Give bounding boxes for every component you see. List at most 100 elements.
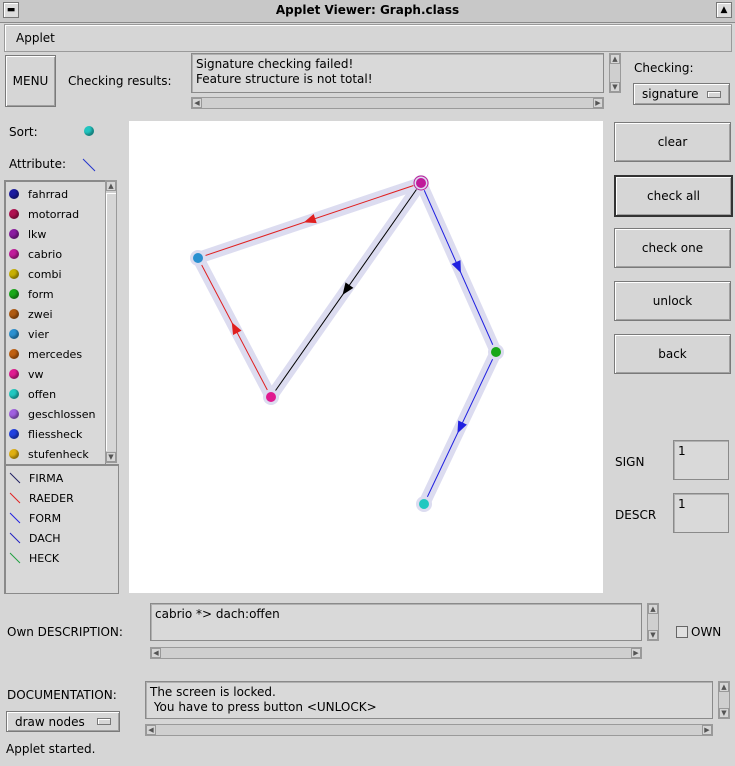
- back-button[interactable]: back: [614, 334, 731, 374]
- sort-color-icon: [9, 209, 19, 219]
- draw-mode-select[interactable]: draw nodes: [6, 711, 120, 732]
- sort-list-item[interactable]: fliessheck: [9, 424, 82, 444]
- sort-item-label: form: [28, 287, 54, 301]
- window-title-bar: Applet Viewer: Graph.class ▬ ▲: [0, 0, 735, 23]
- own-hscroll[interactable]: ◀ ▶: [150, 647, 642, 659]
- attribute-line-icon: [9, 492, 21, 504]
- check-all-button[interactable]: check all: [614, 175, 733, 217]
- sort-color-icon: [9, 449, 19, 459]
- scroll-right-icon[interactable]: ▶: [593, 98, 603, 108]
- sort-item-label: cabrio: [28, 247, 63, 261]
- sort-list-vscroll[interactable]: ▲ ▼: [105, 180, 117, 463]
- sort-list[interactable]: fahrrad motorrad lkw cabrio combi form zwei vie…: [4, 180, 106, 465]
- sort-list-item[interactable]: offen: [9, 384, 56, 404]
- attribute-item-label: FIRMA: [29, 471, 64, 485]
- sort-list-item[interactable]: vier: [9, 324, 49, 344]
- own-description-label: Own DESCRIPTION:: [7, 625, 123, 639]
- menu-bar: Applet: [4, 24, 732, 52]
- sort-color-icon: [9, 409, 19, 419]
- menu-button[interactable]: MENU: [5, 55, 56, 107]
- scroll-down-icon[interactable]: ▼: [719, 708, 729, 718]
- scroll-thumb[interactable]: [106, 193, 116, 451]
- sort-color-icon: [9, 369, 19, 379]
- attribute-list-item[interactable]: RAEDER: [9, 488, 74, 508]
- window-menu-button[interactable]: ▬: [3, 2, 19, 18]
- sort-color-icon: [9, 429, 19, 439]
- doc-vscroll[interactable]: ▲ ▼: [718, 681, 730, 719]
- documentation-label: DOCUMENTATION:: [7, 688, 117, 702]
- sort-label: Sort:: [9, 125, 38, 139]
- checking-select-value: signature: [642, 87, 699, 101]
- descr-field[interactable]: 1: [673, 493, 729, 533]
- check-one-button[interactable]: check one: [614, 228, 731, 268]
- scroll-right-icon[interactable]: ▶: [702, 725, 712, 735]
- checking-select[interactable]: signature: [633, 83, 730, 105]
- sort-color-icon: [9, 189, 19, 199]
- sort-item-label: geschlossen: [28, 407, 96, 421]
- graph-node[interactable]: [193, 253, 203, 263]
- sort-list-item[interactable]: mercedes: [9, 344, 82, 364]
- scroll-down-icon[interactable]: ▼: [610, 82, 620, 92]
- sort-color-icon: [9, 309, 19, 319]
- sort-list-item[interactable]: combi: [9, 264, 62, 284]
- checking-results-text[interactable]: Signature checking failed! Feature struc…: [191, 53, 604, 93]
- scroll-up-icon[interactable]: ▲: [106, 181, 116, 191]
- menu-applet[interactable]: Applet: [16, 31, 55, 45]
- sort-list-item[interactable]: form: [9, 284, 54, 304]
- scroll-up-icon[interactable]: ▲: [648, 604, 658, 614]
- sort-list-item[interactable]: fahrrad: [9, 184, 68, 204]
- own-vscroll[interactable]: ▲ ▼: [647, 603, 659, 641]
- attribute-item-label: HECK: [29, 551, 60, 565]
- attribute-list[interactable]: FIRMA RAEDER FORM DACH HECK: [4, 464, 119, 594]
- graph-canvas[interactable]: [129, 121, 603, 593]
- scroll-right-icon[interactable]: ▶: [631, 648, 641, 658]
- own-checkbox-label: OWN: [691, 625, 722, 639]
- doc-hscroll[interactable]: ◀ ▶: [145, 724, 713, 736]
- attribute-list-item[interactable]: FIRMA: [9, 468, 63, 488]
- sort-list-item[interactable]: stufenheck: [9, 444, 89, 464]
- maximize-button[interactable]: ▲: [716, 2, 732, 18]
- graph-node[interactable]: [491, 347, 501, 357]
- attribute-list-item[interactable]: HECK: [9, 548, 59, 568]
- scroll-up-icon[interactable]: ▲: [610, 54, 620, 64]
- attribute-list-item[interactable]: FORM: [9, 508, 61, 528]
- scroll-left-icon[interactable]: ◀: [192, 98, 202, 108]
- graph-node[interactable]: [419, 499, 429, 509]
- sort-list-item[interactable]: lkw: [9, 224, 46, 244]
- scroll-down-icon[interactable]: ▼: [106, 452, 116, 462]
- documentation-text[interactable]: The screen is locked. You have to press …: [145, 681, 713, 719]
- sort-list-item[interactable]: geschlossen: [9, 404, 96, 424]
- sort-list-item[interactable]: motorrad: [9, 204, 79, 224]
- results-hscroll[interactable]: ◀ ▶: [191, 97, 604, 109]
- sort-item-label: vw: [28, 367, 44, 381]
- sort-item-label: combi: [28, 267, 62, 281]
- sort-item-label: zwei: [28, 307, 53, 321]
- scroll-left-icon[interactable]: ◀: [151, 648, 161, 658]
- sort-color-icon: [9, 329, 19, 339]
- results-vscroll[interactable]: ▲ ▼: [609, 53, 621, 93]
- sign-label: SIGN: [615, 455, 645, 469]
- status-text: Applet started.: [6, 742, 96, 756]
- sort-color-icon: [9, 269, 19, 279]
- sort-item-label: motorrad: [28, 207, 80, 221]
- scroll-down-icon[interactable]: ▼: [648, 630, 658, 640]
- sort-list-item[interactable]: zwei: [9, 304, 53, 324]
- scroll-up-icon[interactable]: ▲: [719, 682, 729, 692]
- graph-node[interactable]: [266, 392, 276, 402]
- sign-field[interactable]: 1: [673, 440, 729, 480]
- unlock-button[interactable]: unlock: [614, 281, 731, 321]
- sort-color-icon: [9, 389, 19, 399]
- clear-button[interactable]: clear: [614, 122, 731, 162]
- own-description-input[interactable]: cabrio *> dach:offen: [150, 603, 642, 641]
- scroll-left-icon[interactable]: ◀: [146, 725, 156, 735]
- dropdown-indicator-icon: [707, 90, 721, 98]
- own-checkbox[interactable]: [676, 626, 688, 638]
- attribute-list-item[interactable]: DACH: [9, 528, 61, 548]
- sort-list-item[interactable]: cabrio: [9, 244, 62, 264]
- sort-list-item[interactable]: vw: [9, 364, 44, 384]
- graph-node[interactable]: [416, 178, 426, 188]
- sort-item-label: vier: [28, 327, 49, 341]
- attribute-item-label: RAEDER: [29, 491, 74, 505]
- sort-color-icon: [9, 229, 19, 239]
- graph-svg[interactable]: [129, 121, 603, 593]
